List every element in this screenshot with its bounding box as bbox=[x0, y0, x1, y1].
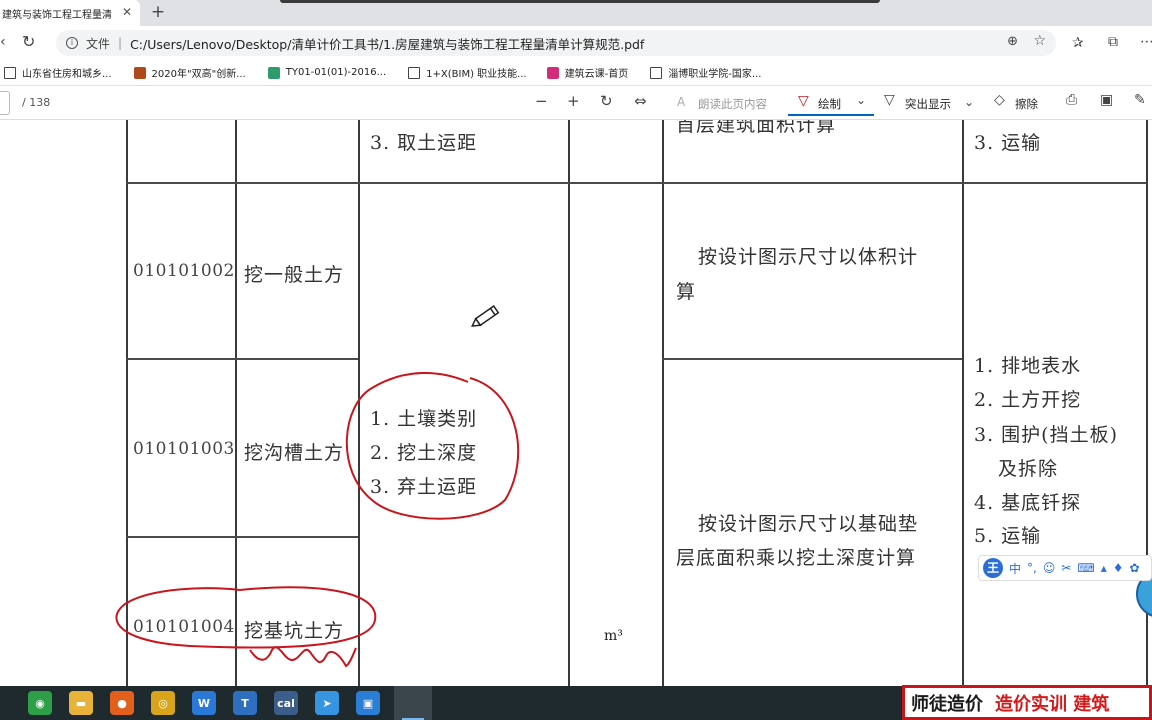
highlight-label[interactable]: 突出显示 bbox=[905, 96, 951, 112]
scissors-icon[interactable]: ✂ bbox=[1061, 561, 1071, 575]
pencil-cursor-icon bbox=[471, 305, 500, 327]
page-total: / 138 bbox=[22, 96, 51, 109]
new-tab-button[interactable]: + bbox=[148, 2, 168, 22]
bookmark-label: 山东省住房和城乡... bbox=[22, 69, 112, 80]
icon-glyph: ● bbox=[117, 696, 127, 710]
text-app-icon[interactable]: T bbox=[233, 691, 257, 715]
draw-label: 绘制 bbox=[818, 97, 841, 111]
favorites-icon[interactable]: ✰ bbox=[1072, 35, 1084, 51]
tab-title: 建筑与装饰工程工程量清 bbox=[2, 9, 112, 21]
bookmark-item[interactable]: 山东省住房和城乡... bbox=[4, 65, 112, 80]
address-bar-row: ‹ ↻ i 文件 | C:/Users/Lenovo/Desktop/清单计价工… bbox=[0, 26, 1152, 60]
bookmark-item[interactable]: 1+X(BIM) 职业技能... bbox=[408, 65, 527, 80]
bookmark-label: 淄博职业学院-国家... bbox=[668, 69, 762, 80]
firefox-icon[interactable]: ● bbox=[110, 691, 134, 715]
zoom-out-icon[interactable]: − bbox=[535, 92, 548, 110]
bookmarks-bar: 山东省住房和城乡... 2020年"双高"创新... TY01-01(01)-2… bbox=[0, 60, 1152, 86]
icon-glyph: W bbox=[197, 696, 211, 710]
draw-button[interactable]: ▽ 绘制 ⌄ bbox=[788, 90, 874, 116]
ime-logo-icon[interactable]: 王 bbox=[983, 558, 1003, 578]
user-icon[interactable]: ▴ bbox=[1101, 561, 1107, 575]
icon-glyph: T bbox=[241, 696, 249, 710]
ime-toolbar: 王 中 °, ☺ ✂ ⌨ ▴ ♦ ✿ bbox=[978, 555, 1152, 581]
tab-strip: 建筑与装饰工程工程量清 ✕ + bbox=[0, 0, 1152, 26]
info-icon[interactable]: i bbox=[66, 37, 78, 49]
eraser-icon: ◇ bbox=[994, 92, 1005, 108]
banner-tagline: 造价实训 建筑 bbox=[995, 693, 1110, 715]
refresh-icon[interactable]: ↻ bbox=[22, 32, 35, 51]
feather-app-icon[interactable]: ➤ bbox=[315, 691, 339, 715]
pdf-page: 3. 取土运距 首层建筑面积计算 3. 运输 010101002 挖一般土方 0… bbox=[0, 120, 1152, 686]
icon-glyph: ▬ bbox=[75, 696, 87, 710]
save-as-icon[interactable]: ✎ bbox=[1134, 92, 1146, 108]
back-icon[interactable]: ‹ bbox=[0, 34, 10, 50]
pdf-toolbar: / 138 − + ↻ ⇔ A 朗读此页内容 ▽ 绘制 ⌄ ▽ 突出显示 ⌄ ◇… bbox=[0, 86, 1152, 120]
keyboard-icon[interactable]: ⌨ bbox=[1077, 561, 1094, 575]
calculator-icon[interactable]: cal bbox=[274, 691, 298, 715]
bookmark-item[interactable]: 2020年"双高"创新... bbox=[133, 65, 246, 80]
punctuation-icon[interactable]: °, bbox=[1027, 561, 1037, 575]
save-icon[interactable]: ▣ bbox=[1100, 92, 1113, 108]
site-icon bbox=[133, 66, 146, 79]
zoom-in-icon[interactable]: + bbox=[567, 92, 580, 110]
fit-page-icon[interactable]: ⇔ bbox=[634, 92, 647, 110]
icon-glyph: cal bbox=[277, 696, 295, 710]
chrome-icon[interactable]: ◎ bbox=[151, 691, 175, 715]
print-icon[interactable]: ⎙ bbox=[1066, 92, 1077, 108]
bookmark-label: 1+X(BIM) 职业技能... bbox=[426, 69, 527, 80]
bookmark-item[interactable]: 淄博职业学院-国家... bbox=[650, 65, 761, 80]
extensions-icon[interactable]: ⋯ bbox=[1140, 34, 1152, 50]
highlight-icon: ▽ bbox=[884, 92, 895, 108]
app-green-icon[interactable]: ◉ bbox=[28, 691, 52, 715]
address-bar[interactable]: i 文件 | C:/Users/Lenovo/Desktop/清单计价工具书/1… bbox=[56, 30, 1056, 56]
taskbar-active-highlight bbox=[394, 686, 432, 720]
bookmark-label: 2020年"双高"创新... bbox=[151, 69, 246, 80]
url-separator: | bbox=[118, 36, 123, 50]
icon-glyph: ◎ bbox=[158, 696, 168, 710]
wps-icon[interactable]: W bbox=[192, 691, 216, 715]
read-aloud-label: 朗读此页内容 bbox=[698, 97, 767, 111]
ink-circle-code bbox=[115, 586, 377, 649]
skin-icon[interactable]: ♦ bbox=[1113, 561, 1124, 575]
ink-annotations bbox=[115, 305, 520, 668]
icon-glyph: ◉ bbox=[35, 696, 45, 710]
collections-icon[interactable]: ⧉ bbox=[1108, 34, 1118, 50]
bookmark-label: TY01-01(01)-2016... bbox=[285, 67, 387, 78]
chevron-down-icon[interactable]: ⌄ bbox=[856, 93, 866, 107]
icon-glyph: ▣ bbox=[362, 696, 374, 710]
ime-language-toggle[interactable]: 中 bbox=[1009, 560, 1021, 577]
site-icon bbox=[267, 66, 280, 79]
zoom-icon[interactable]: ⊕ bbox=[1007, 34, 1018, 49]
page-icon bbox=[408, 66, 421, 79]
erase-label[interactable]: 擦除 bbox=[1015, 96, 1038, 112]
bookmark-item[interactable]: TY01-01(01)-2016... bbox=[267, 66, 387, 79]
page-number-input[interactable] bbox=[0, 91, 10, 115]
file-label: 文件 bbox=[86, 36, 111, 51]
icon-glyph: ➤ bbox=[322, 696, 332, 710]
rotate-icon[interactable]: ↻ bbox=[600, 92, 613, 110]
settings-icon[interactable]: ✿ bbox=[1130, 561, 1140, 575]
file-explorer-icon[interactable]: ▬ bbox=[69, 691, 93, 715]
page-icon bbox=[650, 66, 663, 79]
promo-banner: 师徒造价 造价实训 建筑 bbox=[902, 685, 1152, 720]
window-drag-bar bbox=[280, 0, 880, 3]
url-text[interactable]: C:/Users/Lenovo/Desktop/清单计价工具书/1.房屋建筑与装… bbox=[130, 34, 644, 53]
read-aloud-icon: A bbox=[677, 95, 686, 109]
favorite-star-icon[interactable]: ☆ bbox=[1033, 33, 1046, 49]
emoji-icon[interactable]: ☺ bbox=[1043, 561, 1056, 575]
page-icon bbox=[4, 66, 16, 79]
banner-brand: 师徒造价 bbox=[911, 693, 983, 715]
bookmark-label: 建筑云课-首页 bbox=[564, 69, 629, 80]
site-icon bbox=[546, 66, 559, 79]
capture-app-icon[interactable]: ▣ bbox=[356, 691, 380, 715]
tab-active[interactable]: 建筑与装饰工程工程量清 ✕ bbox=[0, 0, 140, 26]
tab-close-icon[interactable]: ✕ bbox=[122, 5, 132, 19]
ink-circle-features bbox=[345, 371, 520, 520]
chevron-down-icon[interactable]: ⌄ bbox=[964, 95, 974, 109]
bookmark-item[interactable]: 建筑云课-首页 bbox=[546, 65, 629, 80]
ink-wave-underline bbox=[249, 646, 357, 668]
draw-pen-icon: ▽ bbox=[798, 93, 809, 109]
